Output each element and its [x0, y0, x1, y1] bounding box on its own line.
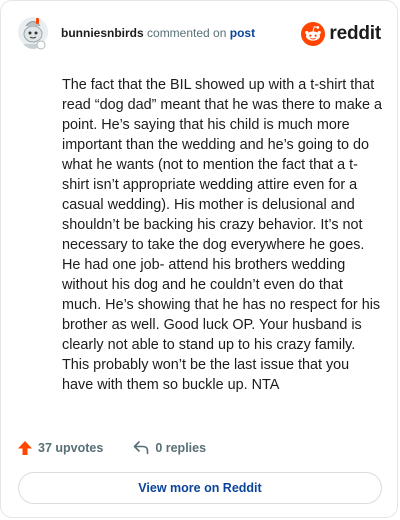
reddit-logo[interactable]: reddit	[301, 21, 381, 47]
reply-count: 0 replies	[155, 441, 207, 455]
username-link[interactable]: bunniesnbirds	[61, 26, 144, 40]
post-link[interactable]: post	[230, 26, 255, 40]
upvote-arrow-icon	[18, 441, 32, 455]
upvote-count: 37 upvotes	[38, 441, 104, 455]
upvote-button[interactable]: 37 upvotes	[18, 441, 103, 455]
reddit-alien-icon	[301, 22, 326, 46]
replies-button[interactable]: 0 replies	[133, 441, 206, 455]
view-more-on-reddit-button[interactable]: View more on Reddit	[18, 472, 382, 504]
user-avatar[interactable]	[17, 14, 49, 54]
comment-actions: 37 upvotes 0 replies	[18, 438, 206, 458]
comment-body: The fact that the BIL showed up with a t…	[62, 77, 382, 393]
comment-meta: bunniesnbirds commented on post	[61, 26, 255, 40]
reply-arrow-icon	[134, 441, 149, 455]
commented-on-text: commented on	[147, 26, 227, 40]
comment-header: bunniesnbirds commented on post reddit	[17, 14, 381, 54]
reddit-wordmark: reddit	[329, 23, 381, 44]
comment-embed-card: bunniesnbirds commented on post reddit T…	[0, 0, 398, 518]
